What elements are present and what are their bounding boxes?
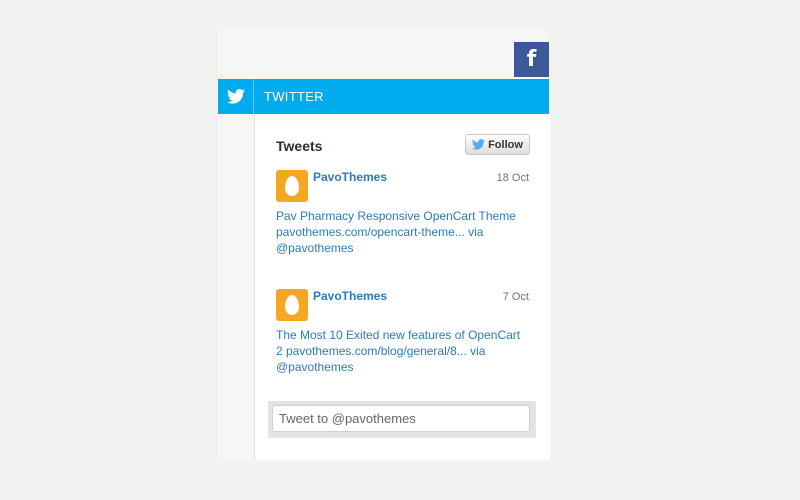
tweet-text-line[interactable]: The Most 10 Exited new features of OpenC… xyxy=(276,327,526,343)
tweet-text[interactable]: Pav Pharmacy Responsive OpenCart Theme p… xyxy=(276,208,526,256)
tweet-date[interactable]: 18 Oct xyxy=(497,172,529,184)
twitter-bird-icon xyxy=(218,79,254,114)
tweet-text-line[interactable]: @pavothemes xyxy=(276,359,526,375)
facebook-f-icon: f xyxy=(526,46,537,72)
follow-button[interactable]: Follow xyxy=(465,134,530,155)
tweet-date[interactable]: 7 Oct xyxy=(503,291,529,303)
avatar[interactable] xyxy=(276,170,308,202)
tweet-text-line[interactable]: Pav Pharmacy Responsive OpenCart Theme xyxy=(276,208,526,224)
tweet-author[interactable]: PavoThemes xyxy=(313,289,387,303)
tweet-to-input[interactable] xyxy=(272,405,530,432)
follow-button-label: Follow xyxy=(488,138,523,151)
twitter-tab[interactable]: TWITTER xyxy=(218,79,549,114)
egg-avatar-icon xyxy=(285,295,299,315)
tweet-text-line[interactable]: pavothemes.com/opencart-theme... via xyxy=(276,224,526,240)
tweets-heading: Tweets xyxy=(276,138,323,154)
twitter-tab-label: TWITTER xyxy=(264,89,324,104)
tweet-text[interactable]: The Most 10 Exited new features of OpenC… xyxy=(276,327,526,375)
twitter-bird-icon xyxy=(472,139,486,150)
egg-avatar-icon xyxy=(285,176,299,196)
tweet-text-line[interactable]: @pavothemes xyxy=(276,240,526,256)
tweet-text-line[interactable]: 2 pavothemes.com/blog/general/8... via xyxy=(276,343,526,359)
twitter-timeline-widget: Tweets Follow PavoThemes 18 Oct Pav Phar… xyxy=(254,114,550,460)
avatar[interactable] xyxy=(276,289,308,321)
tweet-box xyxy=(268,401,536,438)
facebook-button[interactable]: f xyxy=(514,42,549,77)
tweet-author[interactable]: PavoThemes xyxy=(313,170,387,184)
